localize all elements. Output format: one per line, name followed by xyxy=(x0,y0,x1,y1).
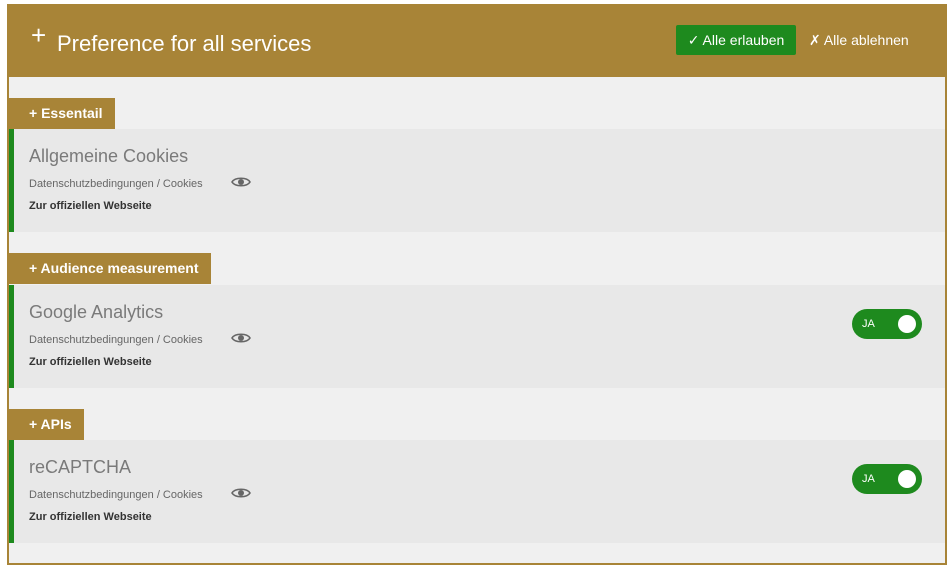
category-tab-apis[interactable]: + APIs xyxy=(9,409,84,440)
toggle-state-label: JA xyxy=(862,318,875,330)
category-tab-audience-measurement[interactable]: + Audience measurement xyxy=(9,253,211,284)
service-name: Google Analytics xyxy=(29,302,164,322)
privacy-policy-link[interactable]: Datenschutzbedingungen / Cookies xyxy=(29,488,203,502)
eye-icon[interactable] xyxy=(231,486,251,500)
deny-all-button[interactable]: ✗ Alle ablehnen xyxy=(809,25,909,55)
official-website-link[interactable]: Zur offiziellen Webseite xyxy=(29,510,152,524)
privacy-policy-link[interactable]: Datenschutzbedingungen / Cookies xyxy=(29,333,203,347)
service-card-recaptcha: reCAPTCHA Datenschutzbedingungen / Cooki… xyxy=(9,440,945,543)
consent-toggle[interactable]: JA xyxy=(852,309,922,339)
toggle-knob xyxy=(898,470,916,488)
consent-toggle[interactable]: JA xyxy=(852,464,922,494)
service-name: Allgemeine Cookies xyxy=(29,146,189,166)
toggle-state-label: JA xyxy=(862,473,875,485)
accept-all-button[interactable]: ✓ Alle erlauben xyxy=(676,25,796,55)
eye-icon[interactable] xyxy=(231,175,251,189)
service-card-google-analytics: Google Analytics Datenschutzbedingungen … xyxy=(9,285,945,388)
expand-all-icon[interactable]: + xyxy=(31,22,46,48)
category-tab-essential[interactable]: + Essentail xyxy=(9,98,115,129)
privacy-policy-link[interactable]: Datenschutzbedingungen / Cookies xyxy=(29,177,203,191)
toggle-knob xyxy=(898,315,916,333)
preferences-header: + Preference for all services ✓ Alle erl… xyxy=(9,6,945,77)
service-name: reCAPTCHA xyxy=(29,457,132,477)
official-website-link[interactable]: Zur offiziellen Webseite xyxy=(29,199,152,213)
official-website-link[interactable]: Zur offiziellen Webseite xyxy=(29,355,152,369)
eye-icon[interactable] xyxy=(231,331,251,345)
cookie-preferences-panel: + Preference for all services ✓ Alle erl… xyxy=(7,4,947,565)
preferences-title: Preference for all services xyxy=(57,31,312,56)
service-card-allgemeine-cookies: Allgemeine Cookies Datenschutzbedingunge… xyxy=(9,129,945,232)
